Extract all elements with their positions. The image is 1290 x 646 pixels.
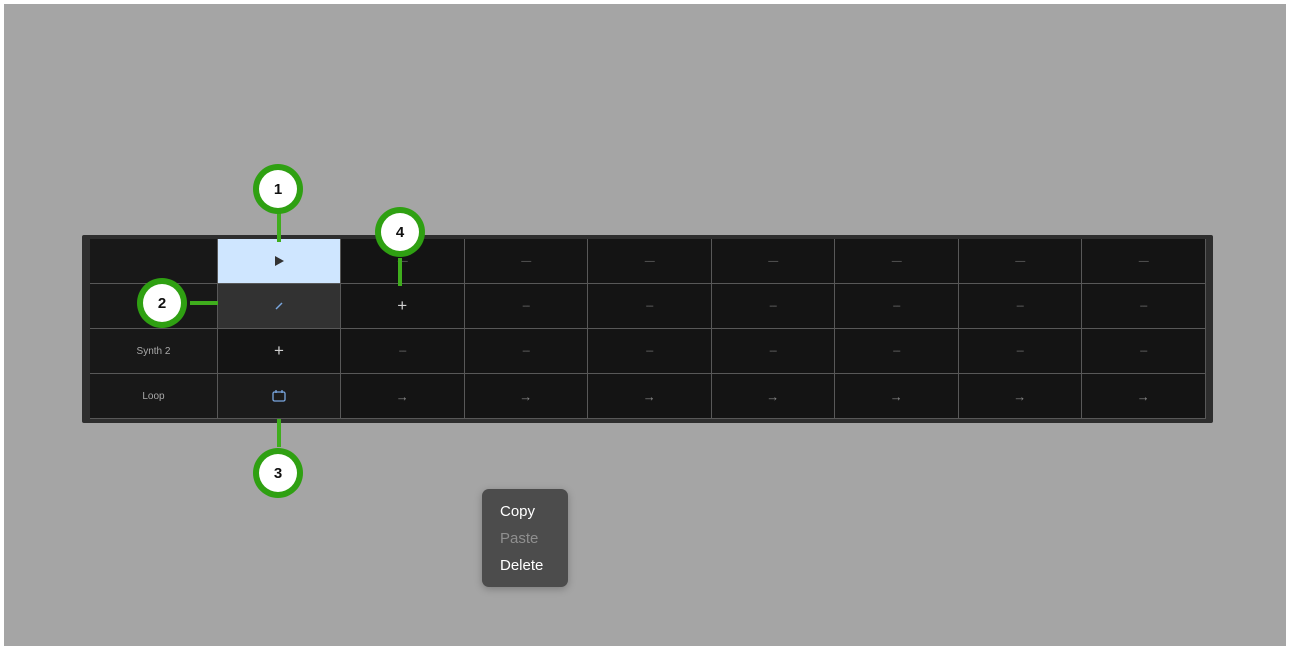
clip-slot[interactable]: ---: [464, 329, 588, 374]
clip-slot[interactable]: —: [835, 239, 959, 284]
callout-1-badge: 1: [253, 164, 303, 214]
paste-menu-item[interactable]: Paste: [500, 527, 568, 554]
follow-action-cell[interactable]: →: [464, 374, 588, 419]
grid-row-edit: + --- --- --- --- --- ---: [90, 284, 1206, 329]
clip-slot[interactable]: ---: [711, 284, 835, 329]
clip-grid: — — — — — — — + --- --- --- --- --- --- …: [82, 235, 1213, 423]
callout-4-line: [398, 258, 402, 286]
loop-cell[interactable]: [218, 374, 341, 419]
callout-4-badge: 4: [375, 207, 425, 257]
clip-slot[interactable]: ---: [341, 329, 465, 374]
follow-action-cell[interactable]: →: [958, 374, 1082, 419]
pencil-icon: [275, 302, 283, 310]
clip-slot[interactable]: —: [958, 239, 1082, 284]
follow-action-cell[interactable]: →: [711, 374, 835, 419]
clip-slot[interactable]: ---: [588, 284, 712, 329]
clip-slot[interactable]: ---: [1082, 284, 1206, 329]
clip-slot[interactable]: ---: [1082, 329, 1206, 374]
grid-row-header: — — — — — — —: [90, 239, 1206, 284]
track-name-cell[interactable]: [90, 239, 218, 284]
clip-slot[interactable]: —: [464, 239, 588, 284]
clip-slot[interactable]: ---: [958, 329, 1082, 374]
loop-icon: [272, 390, 286, 402]
clip-slot[interactable]: ---: [464, 284, 588, 329]
callout-3-badge: 3: [253, 448, 303, 498]
clip-slot[interactable]: —: [1082, 239, 1206, 284]
clip-slot[interactable]: ---: [958, 284, 1082, 329]
clip-slot[interactable]: ---: [835, 329, 959, 374]
grid-row-synth2: Synth 2 + --- --- --- --- --- --- ---: [90, 329, 1206, 374]
context-menu: Copy Paste Delete: [482, 489, 568, 587]
scene-play-cell[interactable]: [218, 239, 341, 284]
follow-action-cell[interactable]: →: [835, 374, 959, 419]
add-clip-cell[interactable]: +: [218, 329, 341, 374]
clip-slot[interactable]: ---: [835, 284, 959, 329]
track-name-cell[interactable]: Loop: [90, 374, 218, 419]
clip-slot[interactable]: ---: [588, 329, 712, 374]
delete-menu-item[interactable]: Delete: [500, 554, 568, 581]
clip-slot[interactable]: —: [711, 239, 835, 284]
play-icon: [275, 256, 284, 266]
callout-1-line: [277, 212, 281, 242]
callout-2-badge: 2: [137, 278, 187, 328]
callout-2-line: [190, 301, 218, 305]
clip-slot[interactable]: ---: [711, 329, 835, 374]
follow-action-cell[interactable]: →: [1082, 374, 1206, 419]
add-clip-cell[interactable]: +: [341, 284, 465, 329]
grid-row-loop: Loop → → → → → → →: [90, 374, 1206, 419]
callout-3-line: [277, 419, 281, 447]
follow-action-cell[interactable]: →: [341, 374, 465, 419]
clip-slot[interactable]: —: [588, 239, 712, 284]
track-name-cell[interactable]: Synth 2: [90, 329, 218, 374]
follow-action-cell[interactable]: →: [588, 374, 712, 419]
copy-menu-item[interactable]: Copy: [500, 500, 568, 527]
edit-cell[interactable]: [218, 284, 341, 329]
